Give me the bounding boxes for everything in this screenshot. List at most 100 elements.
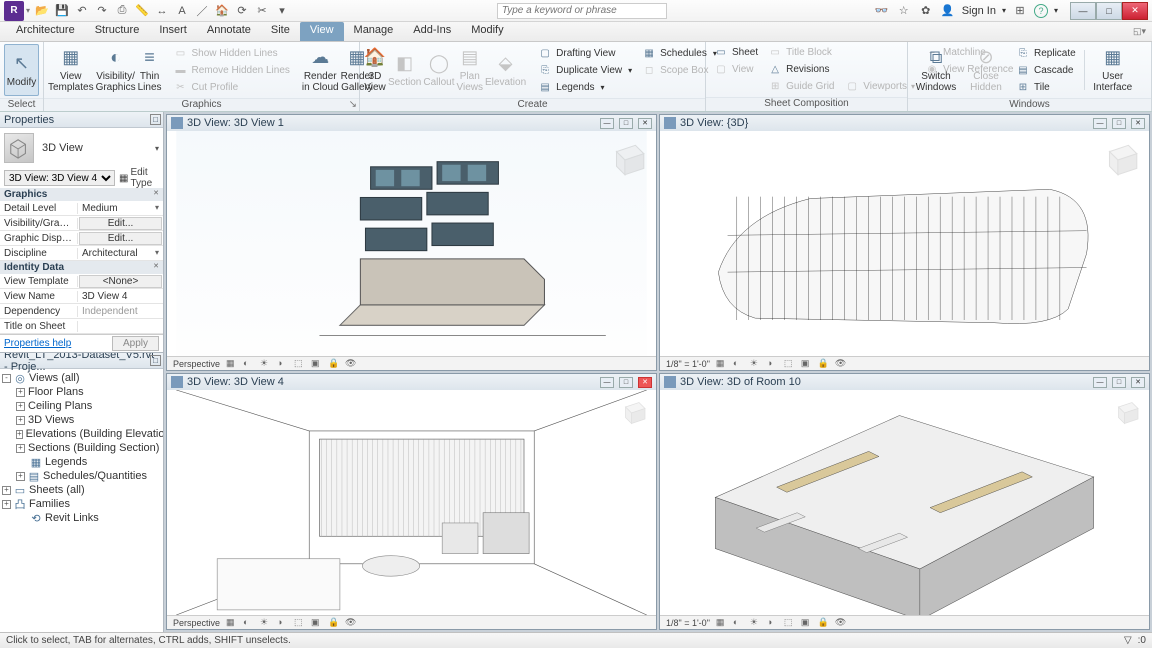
- user-icon[interactable]: 👤: [940, 3, 956, 19]
- instance-selector[interactable]: 3D View: 3D View 4: [4, 170, 115, 186]
- tile-button[interactable]: ⊞Tile: [1012, 79, 1080, 96]
- tree-node[interactable]: +▤Schedules/Quantities: [2, 469, 161, 483]
- viewport-titlebar[interactable]: 3D View: 3D View 4 — □ ✕: [167, 374, 656, 390]
- user-interface-button[interactable]: ▦User Interface: [1089, 44, 1137, 96]
- viewcube[interactable]: [606, 139, 648, 171]
- save-icon[interactable]: 💾: [54, 3, 70, 19]
- tree-toggle-icon[interactable]: +: [16, 416, 25, 425]
- lock-icon[interactable]: 🔒: [328, 358, 339, 369]
- viewport-close-button[interactable]: ✕: [1131, 118, 1145, 129]
- style-icon[interactable]: ◐: [733, 358, 744, 369]
- signin-button[interactable]: Sign In: [962, 5, 996, 17]
- properties-header[interactable]: Properties□: [0, 112, 163, 128]
- sync-icon[interactable]: ⟳: [234, 3, 250, 19]
- style-icon[interactable]: ◐: [243, 358, 254, 369]
- viewcube[interactable]: [1111, 398, 1141, 428]
- tree-toggle-icon[interactable]: -: [2, 374, 11, 383]
- tree-toggle-icon[interactable]: +: [16, 444, 25, 453]
- cropvis-icon[interactable]: ▣: [801, 617, 812, 628]
- tree-node[interactable]: +Elevations (Building Elevation): [2, 427, 161, 441]
- style-icon[interactable]: ◐: [243, 617, 254, 628]
- visibility-graphics-button[interactable]: ◐Visibility/ Graphics: [96, 44, 136, 96]
- viewport-min-button[interactable]: —: [600, 118, 614, 129]
- duplicate-view-button[interactable]: ⎘Duplicate View▾: [534, 62, 636, 79]
- detail-icon[interactable]: ▦: [226, 358, 237, 369]
- shadow-icon[interactable]: ◑: [277, 358, 288, 369]
- dim-icon[interactable]: ↔: [154, 3, 170, 19]
- reveal-icon[interactable]: 👁: [835, 617, 846, 628]
- scale-label[interactable]: 1/8" = 1'-0": [666, 359, 710, 369]
- thin-lines-button[interactable]: ≡Thin Lines: [138, 44, 162, 96]
- tree-toggle-icon[interactable]: +: [2, 500, 11, 509]
- tab-view[interactable]: View: [300, 22, 344, 41]
- tree-node[interactable]: -◎Views (all): [2, 371, 161, 385]
- app-menu-arrow[interactable]: ▾: [26, 6, 30, 15]
- scale-label[interactable]: 1/8" = 1'-0": [666, 618, 710, 628]
- tree-node[interactable]: +Ceiling Plans: [2, 399, 161, 413]
- viewport-close-button[interactable]: ✕: [638, 377, 652, 388]
- close-hidden-button[interactable]: ⊘Close Hidden: [962, 44, 1010, 96]
- tab-annotate[interactable]: Annotate: [197, 22, 261, 41]
- edit-type-button[interactable]: ▦ Edit Type: [119, 167, 159, 189]
- signin-drop-icon[interactable]: ▾: [1002, 6, 1006, 15]
- tree-node[interactable]: +▭Sheets (all): [2, 483, 161, 497]
- viewport-max-button[interactable]: □: [1112, 377, 1126, 388]
- tree-node[interactable]: +凸Families: [2, 497, 161, 511]
- prop-group[interactable]: Identity Data: [0, 261, 163, 274]
- exchange2-icon[interactable]: ⊞: [1012, 3, 1028, 19]
- show-hidden-button[interactable]: ▭Show Hidden Lines: [170, 45, 294, 62]
- viewport-min-button[interactable]: —: [1093, 377, 1107, 388]
- sun-icon[interactable]: ☀: [260, 358, 271, 369]
- viewcube[interactable]: [618, 398, 648, 428]
- browser-header[interactable]: Revit_LT_2013-Dataset_V5.rvt - Proje...□: [0, 353, 163, 369]
- cascade-button[interactable]: ▤Cascade: [1012, 62, 1080, 79]
- modify-button[interactable]: ↖Modify: [4, 44, 39, 96]
- sun-icon[interactable]: ☀: [750, 617, 761, 628]
- subs-icon[interactable]: 👓: [874, 3, 890, 19]
- tree-node[interactable]: +Floor Plans: [2, 385, 161, 399]
- tree-toggle-icon[interactable]: +: [2, 486, 11, 495]
- reveal-icon[interactable]: 👁: [345, 617, 356, 628]
- elevation-button[interactable]: ⬙Elevation: [485, 44, 526, 96]
- revisions-button[interactable]: △Revisions: [764, 61, 919, 78]
- tree-node[interactable]: +Sections (Building Section): [2, 441, 161, 455]
- viewport-close-button[interactable]: ✕: [638, 118, 652, 129]
- reveal-icon[interactable]: 👁: [835, 358, 846, 369]
- detail-icon[interactable]: ▦: [716, 617, 727, 628]
- detail-icon[interactable]: ▦: [716, 358, 727, 369]
- prop-value[interactable]: Architectural: [78, 248, 163, 259]
- viewport-max-button[interactable]: □: [619, 377, 633, 388]
- ribbon-collapse-icon[interactable]: ◱▾: [1127, 22, 1152, 41]
- viewport-max-button[interactable]: □: [619, 118, 633, 129]
- lock-icon[interactable]: 🔒: [818, 358, 829, 369]
- crop-icon[interactable]: ⬚: [784, 358, 795, 369]
- type-drop-icon[interactable]: ▾: [155, 144, 159, 153]
- sun-icon[interactable]: ☀: [260, 617, 271, 628]
- app-icon[interactable]: [4, 1, 24, 21]
- 3dview-button[interactable]: 🏠3D View: [364, 44, 386, 96]
- cropvis-icon[interactable]: ▣: [801, 358, 812, 369]
- viewport-min-button[interactable]: —: [1093, 118, 1107, 129]
- reveal-icon[interactable]: 👁: [345, 358, 356, 369]
- render-cloud-button[interactable]: ☁Render in Cloud: [302, 44, 339, 96]
- minimize-button[interactable]: —: [1070, 2, 1096, 20]
- scale-label[interactable]: Perspective: [173, 618, 220, 628]
- style-icon[interactable]: ◐: [733, 617, 744, 628]
- prop-value[interactable]: Edit...: [79, 217, 162, 230]
- remove-hidden-button[interactable]: ▬Remove Hidden Lines: [170, 62, 294, 79]
- viewport-min-button[interactable]: —: [600, 377, 614, 388]
- tab-insert[interactable]: Insert: [149, 22, 197, 41]
- planviews-button[interactable]: ▤Plan Views: [457, 44, 484, 96]
- prop-value[interactable]: 3D View 4: [78, 291, 163, 302]
- titleblock-button[interactable]: ▭Title Block: [764, 44, 919, 61]
- viewport-canvas[interactable]: [167, 390, 656, 615]
- detail-icon[interactable]: ▦: [226, 617, 237, 628]
- close-button[interactable]: ✕: [1122, 2, 1148, 20]
- lock-icon[interactable]: 🔒: [328, 617, 339, 628]
- apply-button[interactable]: Apply: [112, 336, 159, 351]
- drafting-view-button[interactable]: ▢Drafting View: [534, 45, 636, 62]
- exchange-icon[interactable]: ✿: [918, 3, 934, 19]
- prop-value[interactable]: <None>: [79, 275, 162, 288]
- viewport-max-button[interactable]: □: [1112, 118, 1126, 129]
- tree-toggle-icon[interactable]: +: [16, 402, 25, 411]
